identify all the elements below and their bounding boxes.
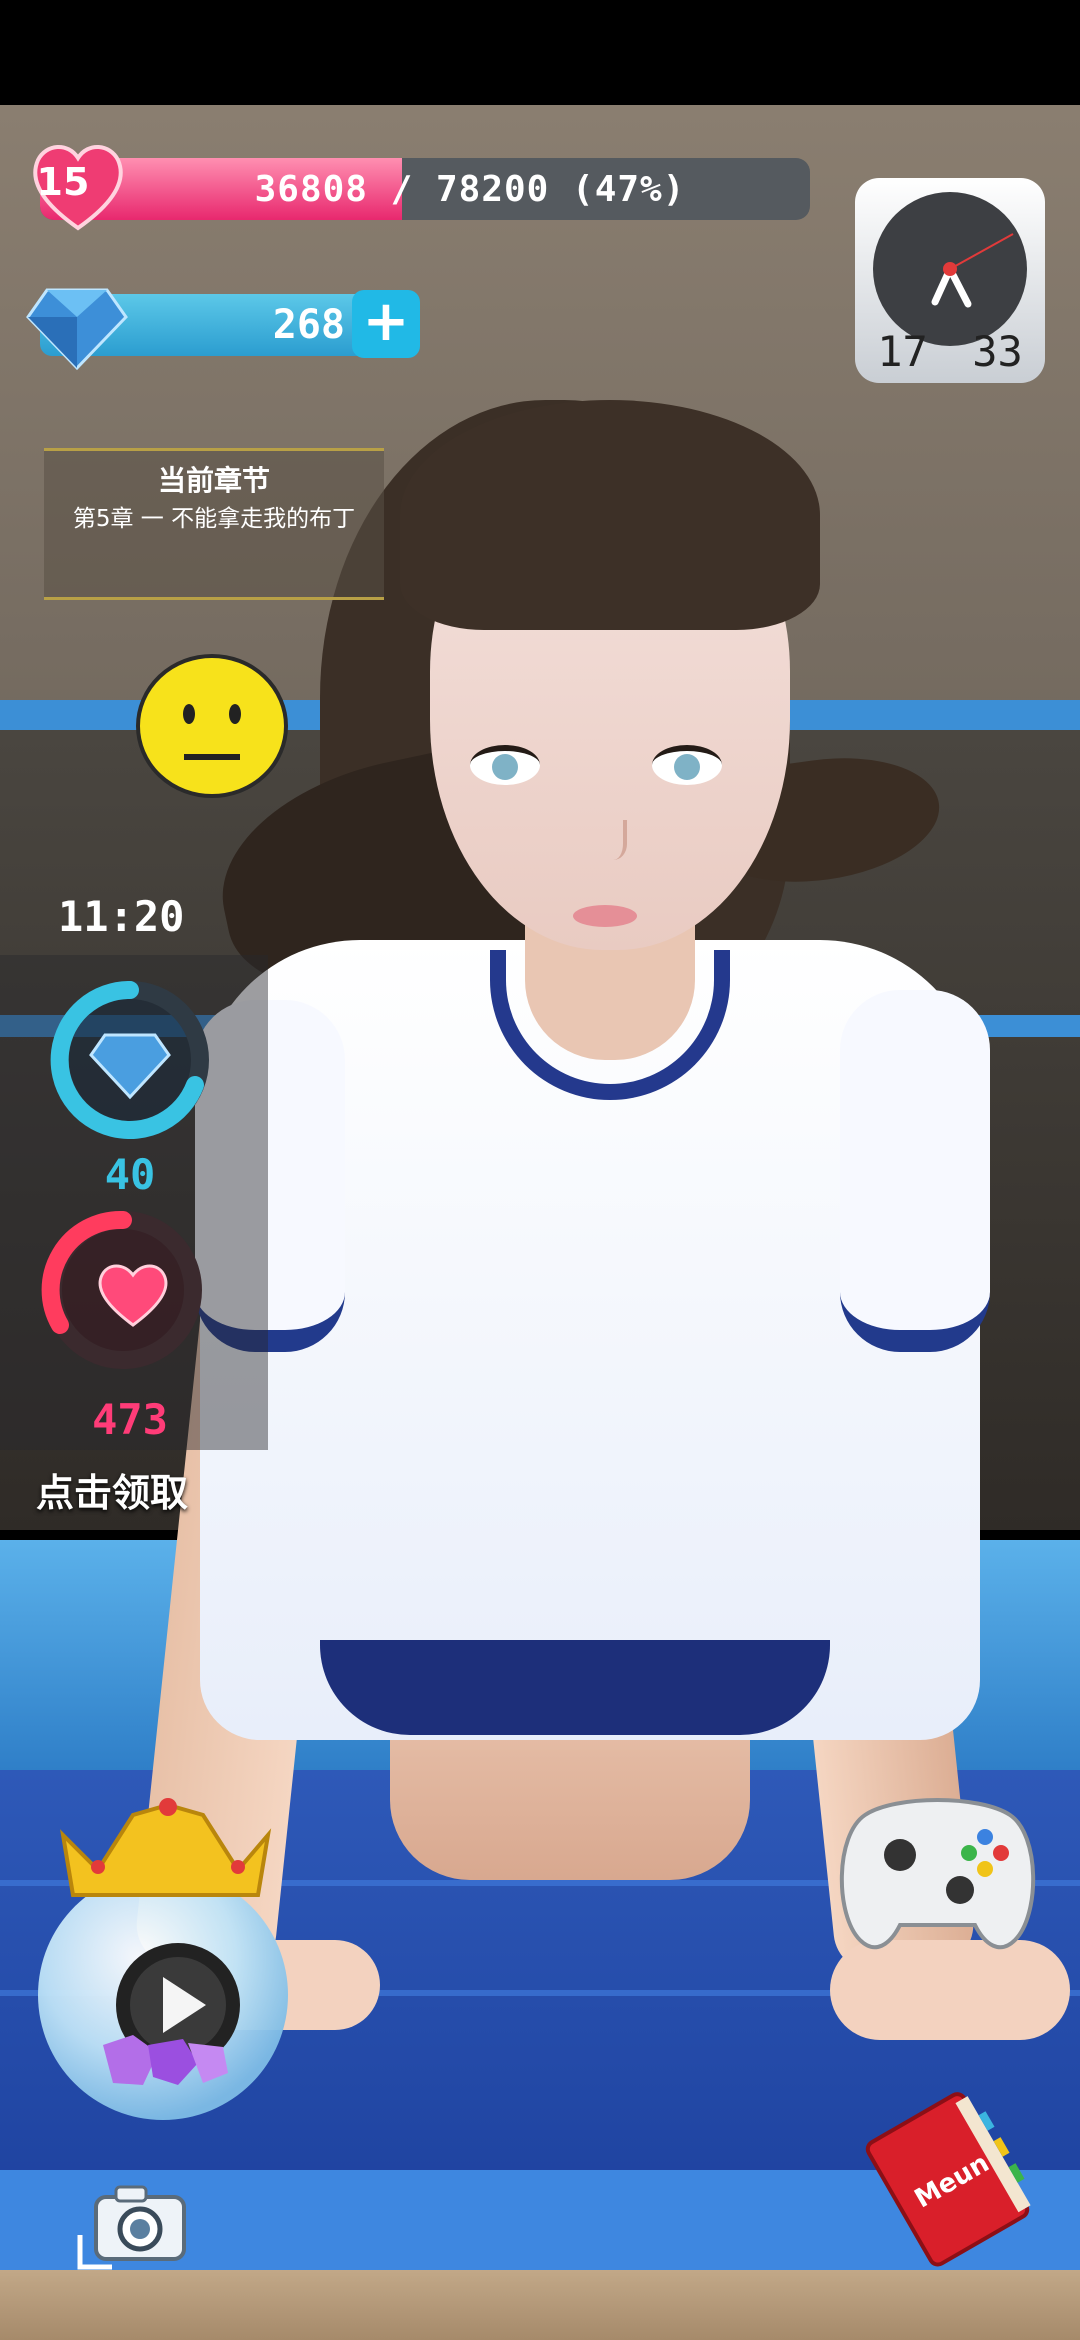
vip-video-button[interactable]	[18, 1795, 308, 2125]
xp-bar: 36808 / 78200 (47%)	[40, 158, 810, 220]
chapter-title: 当前章节	[157, 464, 270, 497]
camera-icon[interactable]	[72, 2175, 192, 2275]
character-left-eye	[470, 745, 540, 785]
character-right-sleeve	[840, 990, 990, 1352]
clock-minute: 33	[972, 326, 1023, 376]
game-scene[interactable]: 36808 / 78200 (47%) 15 268 + 17 33 当前章节	[0, 0, 1080, 2340]
clock-time: 17 33	[855, 324, 1045, 378]
clock-hands-icon	[931, 233, 1014, 308]
chapter-panel[interactable]: 当前章节 第5章 一 不能拿走我的布丁	[44, 448, 384, 600]
clock-face	[873, 192, 1027, 346]
neutral-face-icon[interactable]	[134, 652, 290, 800]
character-right-eye	[652, 745, 722, 785]
clock-hour: 17	[877, 326, 928, 376]
xp-text: 36808 / 78200 (47%)	[254, 168, 686, 210]
gem-reward-progress-ring	[50, 980, 209, 1139]
status-bar-area	[0, 0, 1080, 105]
character-mouth	[573, 905, 637, 927]
character-shorts	[320, 1640, 830, 1735]
game-controller-icon[interactable]	[835, 1775, 1040, 1965]
add-gems-button[interactable]: +	[352, 290, 420, 358]
claim-reward-button[interactable]: 点击领取	[36, 1462, 188, 1517]
gem-reward-amount: 40	[104, 1150, 156, 1199]
diamond-icon	[26, 288, 128, 371]
menu-button[interactable]: Meun	[850, 2080, 1040, 2270]
menu-book-icon: Meun	[865, 2092, 1031, 2267]
player-level: 15	[36, 160, 90, 204]
reward-timer: 11:20	[58, 892, 185, 941]
chapter-description: 第5章 一 不能拿走我的布丁	[72, 506, 356, 532]
character-nose	[593, 820, 627, 860]
reward-panel[interactable]: 40 473	[0, 955, 268, 1450]
floor-ground	[0, 2270, 1080, 2340]
heart-reward-progress-ring	[41, 1210, 202, 1369]
heart-reward-amount: 473	[92, 1395, 168, 1444]
clock-widget[interactable]: 17 33	[855, 178, 1045, 383]
character-bangs	[400, 400, 820, 630]
